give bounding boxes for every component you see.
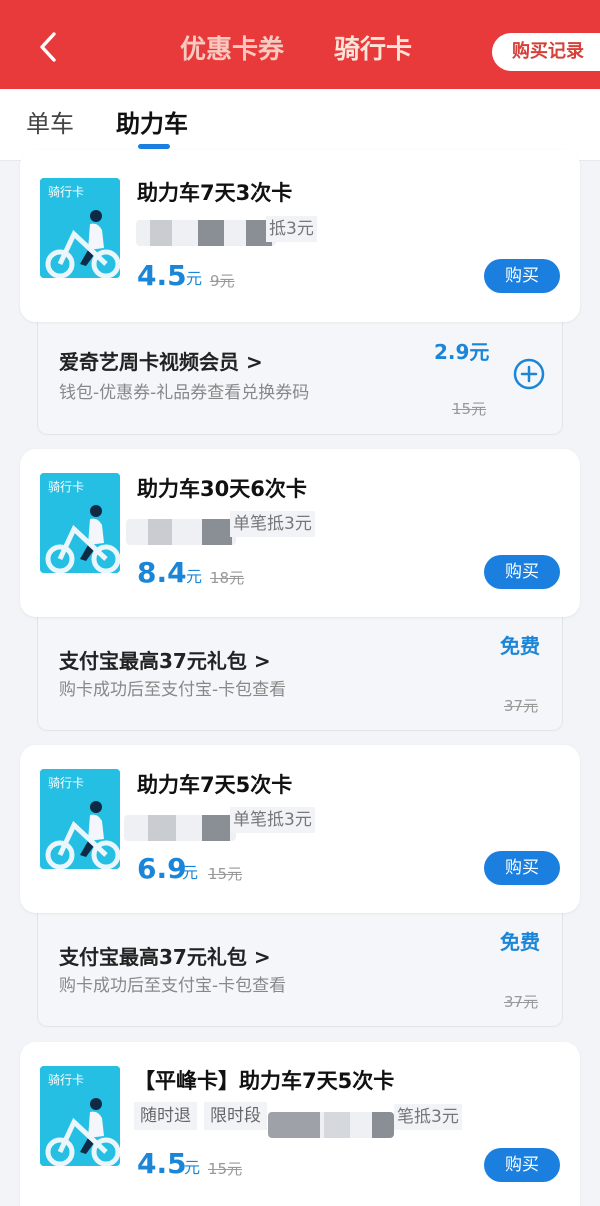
- card-thumbnail: 骑行卡: [40, 473, 120, 573]
- price-unit: 元: [186, 567, 203, 586]
- card-original-price: 15元: [208, 865, 243, 883]
- chevron-right-icon: >: [245, 350, 263, 374]
- buy-button[interactable]: 购买: [484, 555, 560, 589]
- redacted-tag: [268, 1112, 394, 1138]
- card-price: 4.5: [137, 259, 187, 292]
- card-thumbnail: 骑行卡: [40, 1066, 120, 1166]
- offer-price: 免费: [500, 634, 540, 658]
- offer-original-price: 37元: [504, 993, 539, 1011]
- price-unit: 元: [186, 269, 203, 288]
- chevron-right-icon: >: [253, 649, 271, 673]
- redacted-tag: [126, 519, 236, 545]
- top-header: 优惠卡券 骑行卡 购买记录: [0, 0, 600, 89]
- tab-riding-card[interactable]: 骑行卡: [334, 32, 412, 68]
- offer-price: 免费: [500, 930, 540, 954]
- bundle-offer[interactable]: 支付宝最高37元礼包 > 购卡成功后至支付宝-卡包查看 免费 37元: [37, 908, 563, 1027]
- thumb-label: 骑行卡: [48, 480, 85, 494]
- offer-subtitle: 购卡成功后至支付宝-卡包查看: [59, 680, 287, 700]
- card-title: 助力车30天6次卡: [137, 477, 307, 501]
- card-original-price: 9元: [210, 272, 235, 290]
- offer-original-price: 15元: [452, 400, 487, 418]
- redacted-tag: [124, 815, 236, 841]
- refund-anytime-tag: 随时退: [134, 1102, 197, 1130]
- redacted-tag: [136, 220, 276, 246]
- riding-card-item[interactable]: 骑行卡 助力车7天3次卡 抵3元 4.5 元 9元 购买: [20, 150, 580, 322]
- offer-subtitle: 钱包-优惠券-礼品券查看兑换券码: [59, 383, 310, 403]
- offer-title: 支付宝最高37元礼包 >: [59, 945, 271, 969]
- offer-title: 支付宝最高37元礼包 >: [59, 649, 271, 673]
- tab-bike[interactable]: 单车: [26, 107, 74, 141]
- back-arrow-icon[interactable]: [34, 30, 64, 64]
- thumb-label: 骑行卡: [48, 1073, 85, 1087]
- card-thumbnail: 骑行卡: [40, 769, 120, 869]
- buy-button[interactable]: 购买: [484, 851, 560, 885]
- card-price: 8.4: [137, 556, 187, 589]
- bundle-offer[interactable]: 支付宝最高37元礼包 > 购卡成功后至支付宝-卡包查看 免费 37元: [37, 612, 563, 731]
- price-unit: 元: [182, 863, 199, 882]
- tab-coupons[interactable]: 优惠卡券: [180, 32, 284, 68]
- buy-button[interactable]: 购买: [484, 1148, 560, 1182]
- riding-card-item[interactable]: 骑行卡 助力车30天6次卡 单笔抵3元 8.4 元 18元 购买: [20, 449, 580, 617]
- card-title: 【平峰卡】助力车7天5次卡: [134, 1069, 395, 1093]
- buy-button[interactable]: 购买: [484, 259, 560, 293]
- card-price: 4.5: [137, 1147, 187, 1180]
- active-tab-indicator: [138, 144, 170, 149]
- tab-ebike[interactable]: 助力车: [116, 107, 188, 141]
- card-price: 6.9: [137, 852, 187, 885]
- offer-subtitle: 购卡成功后至支付宝-卡包查看: [59, 976, 287, 996]
- add-circle-icon[interactable]: [513, 358, 545, 390]
- riding-card-item[interactable]: 骑行卡 【平峰卡】助力车7天5次卡 随时退 限时段 笔抵3元 4.5 元 15元…: [20, 1042, 580, 1206]
- card-original-price: 18元: [210, 569, 245, 587]
- deduct-tag: 单笔抵3元: [230, 511, 315, 537]
- card-thumbnail: 骑行卡: [40, 178, 120, 278]
- deduct-tag: 笔抵3元: [394, 1104, 462, 1130]
- chevron-right-icon: >: [253, 945, 271, 969]
- thumb-label: 骑行卡: [48, 776, 85, 790]
- deduct-tag: 抵3元: [266, 216, 317, 242]
- offer-price: 2.9元: [434, 340, 490, 364]
- purchase-record-button[interactable]: 购买记录: [492, 33, 600, 71]
- price-unit: 元: [184, 1158, 201, 1177]
- time-limited-tag: 限时段: [204, 1102, 267, 1130]
- thumb-label: 骑行卡: [48, 185, 85, 199]
- card-title: 助力车7天3次卡: [137, 181, 293, 205]
- card-title: 助力车7天5次卡: [137, 773, 293, 797]
- offer-title: 爱奇艺周卡视频会员 >: [59, 350, 263, 374]
- deduct-tag: 单笔抵3元: [230, 807, 315, 833]
- bundle-offer[interactable]: 爱奇艺周卡视频会员 > 钱包-优惠券-礼品券查看兑换券码 2.9元 15元: [37, 318, 563, 435]
- offer-original-price: 37元: [504, 697, 539, 715]
- riding-card-item[interactable]: 骑行卡 助力车7天5次卡 单笔抵3元 6.9 元 15元 购买: [20, 745, 580, 913]
- card-original-price: 15元: [208, 1160, 243, 1178]
